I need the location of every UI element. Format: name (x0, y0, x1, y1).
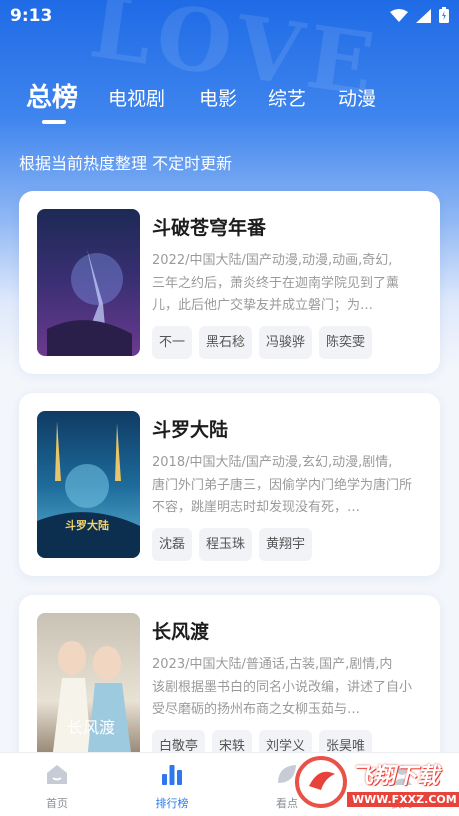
ranking-card[interactable]: 斗破苍穹年番 2022/中国大陆/国产动漫,动漫,动画,奇幻, 三年之约后，萧炎… (19, 191, 440, 374)
nav-label: 排行榜 (155, 797, 189, 810)
cast-tag[interactable]: 冯骏骅 (259, 326, 313, 359)
home-icon (17, 761, 97, 787)
cast-tag[interactable]: 不一 (152, 326, 193, 359)
wifi-icon (390, 8, 408, 27)
active-tab-indicator (42, 120, 66, 124)
card-info: 长风渡 2023/中国大陆/普通话,古装,国产,剧情,内 该剧根据墨书白的同名小… (152, 595, 432, 778)
cast-tag[interactable]: 黑石稔 (199, 326, 253, 359)
cast-tags: 不一 黑石稔 冯骏骅 陈奕雯 (152, 326, 373, 359)
card-title[interactable]: 斗罗大陆 (152, 415, 228, 442)
status-bar: 9:13 (0, 0, 459, 34)
status-time: 9:13 (10, 6, 53, 26)
nav-label: 首页 (46, 797, 68, 810)
tab-anime[interactable]: 动漫 (338, 84, 376, 111)
poster-image[interactable]: 斗罗大陆 (37, 411, 140, 558)
ranking-card[interactable]: 斗罗大陆 斗罗大陆 2018/中国大陆/国产动漫,玄幻,动漫,剧情, 唐门外门弟… (19, 393, 440, 576)
nav-home[interactable]: 首页 (17, 761, 97, 811)
card-meta: 2018/中国大陆/国产动漫,玄幻,动漫,剧情, (152, 455, 393, 470)
card-description: 该剧根据墨书白的同名小说改编，讲述了自小受尽磨砺的扬州布商之女柳玉茹与… (152, 680, 413, 717)
site-watermark: 飞翔下载 WWW.FXXZ.COM (291, 752, 459, 812)
cast-tag[interactable]: 黄翔宇 (259, 528, 313, 561)
poster-caption: 长风渡 (67, 718, 115, 737)
signal-icon (416, 8, 431, 27)
cast-tag[interactable]: 程玉珠 (199, 528, 253, 561)
cast-tags: 沈磊 程玉珠 黄翔宇 (152, 528, 313, 561)
ranking-icon (132, 761, 212, 787)
nav-ranking[interactable]: 排行榜 (132, 761, 212, 811)
tab-all[interactable]: 总榜 (26, 77, 78, 114)
poster-caption: 斗罗大陆 (65, 518, 109, 532)
card-info: 斗破苍穹年番 2022/中国大陆/国产动漫,动漫,动画,奇幻, 三年之约后，萧炎… (152, 191, 432, 374)
card-description: 唐门外门弟子唐三，因偷学内门绝学为唐门所不容，跳崖明志时却发现没有死，… (152, 478, 413, 515)
cast-tag[interactable]: 沈磊 (152, 528, 193, 561)
tab-variety[interactable]: 综艺 (268, 84, 306, 111)
card-meta: 2023/中国大陆/普通话,古装,国产,剧情,内 (152, 657, 393, 672)
card-title[interactable]: 长风渡 (152, 617, 209, 644)
poster-image[interactable]: 长风渡 (37, 613, 140, 760)
category-tabs: 总榜 电视剧 电影 综艺 动漫 (0, 72, 459, 122)
card-meta: 2022/中国大陆/国产动漫,动漫,动画,奇幻, (152, 253, 393, 268)
card-description: 三年之约后，萧炎终于在迦南学院见到了薰儿，此后他广交挚友并成立磐门；为… (152, 276, 400, 313)
list-subtitle: 根据当前热度整理 不定时更新 (19, 154, 233, 173)
status-icons (390, 7, 449, 27)
card-title[interactable]: 斗破苍穹年番 (152, 213, 266, 240)
watermark-brand: 飞翔下载 (351, 764, 440, 789)
ranking-card[interactable]: 长风渡 长风渡 2023/中国大陆/普通话,古装,国产,剧情,内 该剧根据墨书白… (19, 595, 440, 778)
poster-image[interactable] (37, 209, 140, 356)
card-info: 斗罗大陆 2018/中国大陆/国产动漫,玄幻,动漫,剧情, 唐门外门弟子唐三，因… (152, 393, 432, 576)
watermark-url: WWW.FXXZ.COM (347, 792, 459, 807)
tab-tv[interactable]: 电视剧 (108, 84, 165, 111)
tab-movie[interactable]: 电影 (199, 84, 237, 111)
cast-tag[interactable]: 陈奕雯 (319, 326, 373, 359)
battery-icon (439, 7, 449, 27)
